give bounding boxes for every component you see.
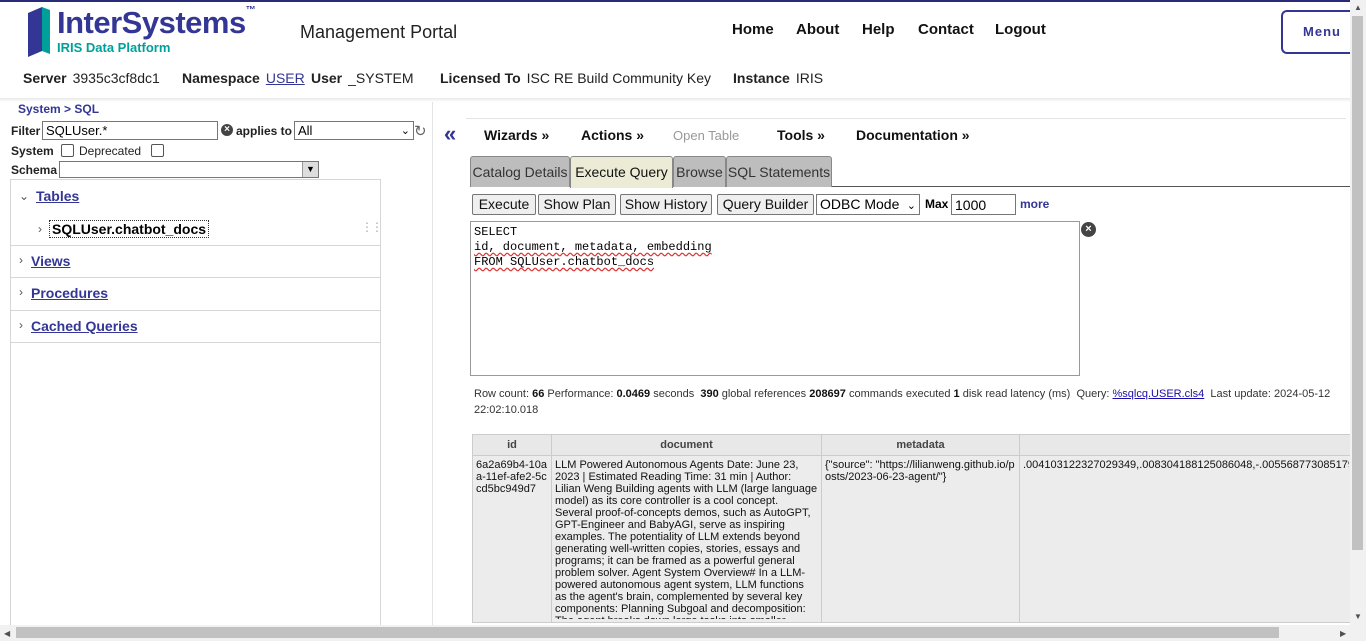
dropdown-arrow-icon: ▼ <box>302 162 318 177</box>
cached-queries-link[interactable]: Cached Queries <box>31 318 138 334</box>
procedures-link[interactable]: Procedures <box>31 285 108 301</box>
vertical-scroll-thumb[interactable] <box>1352 16 1363 550</box>
chevron-right-icon[interactable]: › <box>19 253 23 267</box>
query-stats: Row count: 66 Performance: 0.0469 second… <box>474 388 1331 416</box>
clear-filter-icon[interactable]: × <box>221 124 233 136</box>
scroll-right-icon[interactable]: ▶ <box>1340 629 1346 638</box>
schema-select[interactable]: ▼ <box>59 161 319 178</box>
instance-info: Instance IRIS <box>733 70 824 86</box>
tree-procedures: › Procedures <box>11 277 380 311</box>
chevron-right-icon[interactable]: › <box>19 318 23 332</box>
menu-button[interactable]: Menu <box>1281 10 1361 54</box>
nav-help[interactable]: Help <box>862 21 895 38</box>
applies-to-select[interactable]: All ⌄ <box>294 121 414 140</box>
namespace-info: Namespace USER <box>182 70 305 86</box>
cached-query-link[interactable]: %sqlcq.USER.cls4 <box>1113 388 1205 400</box>
max-label: Max <box>925 197 949 211</box>
horizontal-scroll-thumb[interactable] <box>16 627 1279 638</box>
schema-tree: ⌄ Tables › SQLUser.chatbot_docs ⋮⋮ › Vie… <box>10 179 383 641</box>
col-header-id[interactable]: id <box>472 434 552 456</box>
max-rows-input[interactable] <box>951 194 1016 215</box>
logo-text: InterSystems™ <box>57 5 256 40</box>
menu-bar: Wizards » Actions » Open Table Tools » D… <box>466 118 1346 148</box>
mode-select[interactable]: ODBC Mode ⌄ <box>816 194 920 215</box>
logo-subtitle: IRIS Data Platform <box>57 40 171 55</box>
nav-contact[interactable]: Contact <box>918 21 974 38</box>
tab-catalog-details[interactable]: Catalog Details <box>470 156 570 187</box>
tables-link[interactable]: Tables <box>36 188 79 204</box>
wizards-menu[interactable]: Wizards » <box>484 127 549 143</box>
results-table: id document metadata 6a2a69b4-10aa-11ef-… <box>472 434 1357 623</box>
pane-divider[interactable] <box>432 102 433 641</box>
clear-query-icon[interactable]: × <box>1081 222 1096 237</box>
breadcrumb[interactable]: System > SQL <box>18 102 99 116</box>
query-line-2: id, document, metadata, embedding <box>474 240 712 254</box>
portal-title: Management Portal <box>300 22 458 42</box>
collapse-pane-icon[interactable]: « <box>444 121 456 147</box>
chevron-right-icon[interactable]: › <box>38 222 42 236</box>
views-link[interactable]: Views <box>31 253 70 269</box>
tree-views: › Views <box>11 245 380 278</box>
filter-input[interactable] <box>42 121 218 140</box>
deprecated-checkbox[interactable] <box>151 144 164 157</box>
scroll-left-icon[interactable]: ◀ <box>4 629 10 638</box>
logo-mark-icon <box>28 7 50 57</box>
nav-about[interactable]: About <box>796 21 839 38</box>
cell-embedding: .004103122327029349,.008304188125086048,… <box>1019 455 1357 623</box>
table-row: 6a2a69b4-10aa-11ef-afe2-5ccd5bc949d7 LLM… <box>472 455 1357 623</box>
query-editor[interactable]: SELECT id, document, metadata, embedding… <box>470 221 1080 376</box>
deprecated-label: Deprecated <box>79 144 142 158</box>
nav-logout[interactable]: Logout <box>995 21 1046 38</box>
tools-menu[interactable]: Tools » <box>777 127 825 143</box>
filter-label: Filter <box>11 124 41 138</box>
license-info: Licensed To ISC RE Build Community Key <box>440 70 712 86</box>
col-header-document[interactable]: document <box>551 434 822 456</box>
intersystems-logo[interactable]: InterSystems™ IRIS Data Platform <box>28 5 268 59</box>
system-checkbox[interactable] <box>61 144 74 157</box>
col-header-embedding[interactable] <box>1019 434 1357 456</box>
tab-sql-statements[interactable]: SQL Statements <box>726 156 832 187</box>
open-table-menu[interactable]: Open Table <box>673 128 739 143</box>
col-header-metadata[interactable]: metadata <box>821 434 1020 456</box>
top-border <box>0 0 1366 2</box>
chevron-down-icon: ⌄ <box>906 200 916 212</box>
chevron-down-icon[interactable]: ⌄ <box>19 189 29 203</box>
tab-browse[interactable]: Browse <box>673 156 726 187</box>
schema-label: Schema <box>11 163 58 177</box>
refresh-icon[interactable]: ↻ <box>414 122 427 140</box>
tab-underline <box>832 186 1350 187</box>
cell-document: LLM Powered Autonomous Agents Date: June… <box>551 455 822 623</box>
table-item-chatbot-docs[interactable]: SQLUser.chatbot_docs <box>49 220 210 238</box>
system-label: System <box>11 144 54 158</box>
tree-cached-queries: › Cached Queries <box>11 310 380 343</box>
more-link[interactable]: more <box>1020 197 1049 211</box>
tree-tables: ⌄ Tables › SQLUser.chatbot_docs ⋮⋮ <box>11 180 383 246</box>
query-line-3: FROM SQLUser.chatbot_docs <box>474 255 655 269</box>
server-info: Server 3935c3cf8dc1 <box>23 70 160 86</box>
actions-menu[interactable]: Actions » <box>581 127 644 143</box>
nav-home[interactable]: Home <box>732 21 774 38</box>
drag-handle-icon[interactable]: ⋮⋮ <box>361 220 383 234</box>
applies-to-label: applies to <box>236 124 293 138</box>
show-plan-button[interactable]: Show Plan <box>538 194 616 215</box>
show-history-button[interactable]: Show History <box>620 194 712 215</box>
chevron-right-icon[interactable]: › <box>19 285 23 299</box>
chevron-down-icon: ⌄ <box>400 125 410 137</box>
execute-button[interactable]: Execute <box>472 194 536 215</box>
namespace-link[interactable]: USER <box>266 70 305 86</box>
user-info: User _SYSTEM <box>311 70 414 86</box>
header-divider <box>0 98 1350 102</box>
cell-metadata: {"source": "https://lilianweng.github.io… <box>821 455 1020 623</box>
scroll-down-icon[interactable]: ▼ <box>1354 612 1362 621</box>
tab-execute-query[interactable]: Execute Query <box>570 156 673 188</box>
query-builder-button[interactable]: Query Builder <box>717 194 814 215</box>
cell-id: 6a2a69b4-10aa-11ef-afe2-5ccd5bc949d7 <box>472 455 552 623</box>
scroll-up-icon[interactable]: ▲ <box>1354 3 1362 12</box>
documentation-menu[interactable]: Documentation » <box>856 127 970 143</box>
